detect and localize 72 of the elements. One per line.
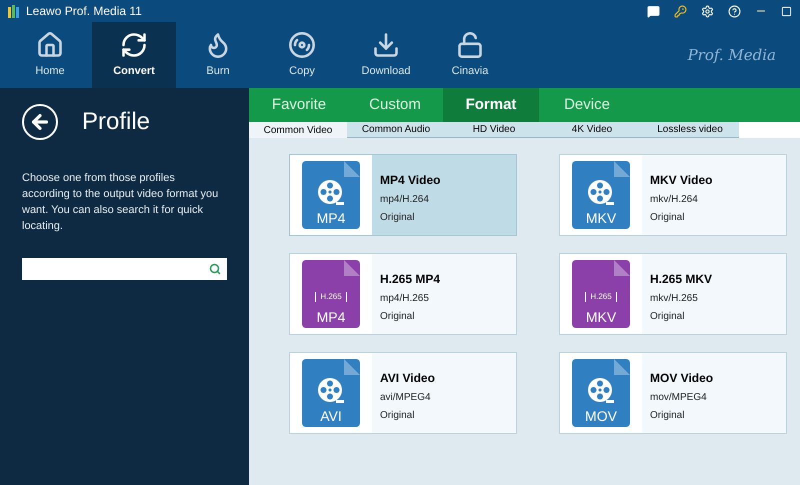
profile-quality: Original	[380, 409, 416, 423]
profile-name: H.265 MKV	[650, 271, 712, 288]
profile-codec: mkv/H.264	[650, 193, 699, 207]
logo-icon	[8, 4, 20, 18]
profile-codec: avi/MPEG4	[380, 391, 432, 405]
folded-corner	[614, 161, 630, 177]
house-icon	[36, 30, 64, 59]
back-button[interactable]	[22, 104, 58, 140]
profile-codec: mp4/H.264	[380, 193, 430, 207]
unlock-icon	[456, 30, 484, 59]
folded-corner	[614, 359, 630, 375]
profile-card[interactable]: MP4 MP4 Video mp4/H.264 Original	[289, 154, 517, 236]
download-icon	[372, 30, 400, 59]
folded-corner	[344, 359, 360, 375]
help-icon[interactable]	[728, 4, 741, 18]
extension-label: MP4	[316, 211, 346, 225]
film-reel-icon	[317, 377, 345, 405]
sidebar-description: Choose one from those profiles according to the output video format you want. You can also search it for quick locating.	[22, 171, 220, 234]
profile-codec: mov/MPEG4	[650, 391, 708, 405]
subcategory-tab[interactable]: Common Video	[249, 122, 347, 138]
extension-label: MKV	[586, 310, 616, 324]
disc-icon	[288, 30, 316, 59]
toolbar-button[interactable]: Convert	[92, 22, 176, 88]
profile-card[interactable]: MKV MKV Video mkv/H.264 Original	[559, 154, 787, 236]
profile-card[interactable]: MOV MOV Video mov/MPEG4 Original	[559, 352, 787, 434]
profile-codec: mkv/H.265	[650, 292, 699, 306]
profile-name: AVI Video	[380, 370, 435, 387]
film-reel-icon	[587, 377, 615, 405]
film-reel-icon	[587, 179, 615, 207]
profile-name: MKV Video	[650, 172, 712, 189]
category-tab[interactable]: Format	[443, 88, 539, 122]
profile-card[interactable]: AVI AVI Video avi/MPEG4 Original	[289, 352, 517, 434]
extension-label: AVI	[320, 409, 342, 423]
extension-label: MP4	[316, 310, 346, 324]
profile-card[interactable]: H.265 MKV H.265 MKV mkv/H.265 Original	[559, 253, 787, 335]
toolbar-button[interactable]: Cinavia	[428, 22, 512, 88]
extension-label: MOV	[585, 409, 617, 423]
key-icon[interactable]	[674, 4, 687, 18]
profile-card[interactable]: H.265 MP4 H.265 MP4 mp4/H.265 Original	[289, 253, 517, 335]
subcategory-tab[interactable]: Common Audio	[347, 122, 445, 138]
toolbar-button[interactable]: Burn	[176, 22, 260, 88]
maximize-icon[interactable]	[781, 6, 792, 16]
sidebar-title: Profile	[82, 107, 150, 137]
subcategory-tab[interactable]: Lossless video	[641, 122, 739, 138]
toolbar-button[interactable]: Download	[344, 22, 428, 88]
chat-icon[interactable]	[647, 4, 660, 18]
subcategory-tab[interactable]: 4K Video	[543, 122, 641, 138]
film-reel-icon	[317, 179, 345, 207]
refresh-icon	[120, 30, 148, 59]
search-field[interactable]	[22, 258, 227, 280]
profile-quality: Original	[650, 310, 686, 324]
profile-quality: Original	[380, 310, 416, 324]
profile-quality: Original	[650, 211, 686, 225]
folded-corner	[614, 260, 630, 276]
profile-codec: mp4/H.265	[380, 292, 430, 306]
brand-signature: Prof. Media	[688, 44, 776, 66]
window-title: Leawo Prof. Media 11	[26, 3, 142, 20]
profile-name: MOV Video	[650, 370, 714, 387]
folded-corner	[344, 260, 360, 276]
profile-name: MP4 Video	[380, 172, 440, 189]
settings-icon[interactable]	[701, 4, 714, 18]
extension-label: MKV	[586, 211, 616, 225]
profile-quality: Original	[650, 409, 686, 423]
folded-corner	[344, 161, 360, 177]
codec-label: H.265	[585, 292, 617, 302]
codec-label: H.265	[315, 292, 347, 302]
toolbar-button[interactable]: Home	[8, 22, 92, 88]
search-icon	[209, 263, 221, 275]
subcategory-tab[interactable]: HD Video	[445, 122, 543, 138]
toolbar-button[interactable]: Copy	[260, 22, 344, 88]
profile-name: H.265 MP4	[380, 271, 440, 288]
profile-quality: Original	[380, 211, 416, 225]
